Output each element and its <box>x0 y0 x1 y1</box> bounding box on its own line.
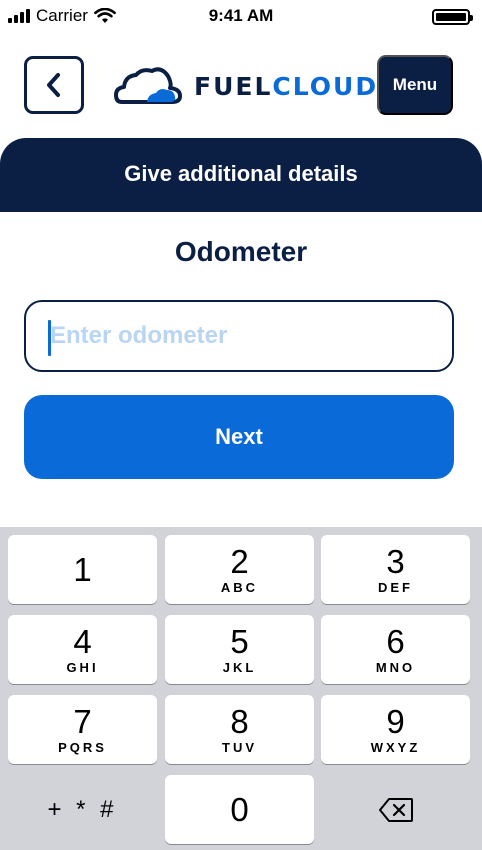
key-4[interactable]: 4 GHI <box>8 615 157 684</box>
key-9[interactable]: 9 WXYZ <box>321 695 470 764</box>
odometer-input[interactable] <box>50 302 440 370</box>
status-time: 9:41 AM <box>208 6 274 25</box>
key-7[interactable]: 7 PQRS <box>8 695 157 764</box>
key-2[interactable]: 2 ABC <box>165 535 314 604</box>
app-header: FUELCLOUD Menu <box>0 54 482 116</box>
key-8[interactable]: 8 TUV <box>165 695 314 764</box>
symbols-key[interactable]: + * # <box>8 775 157 844</box>
key-5[interactable]: 5 JKL <box>165 615 314 684</box>
backspace-icon <box>378 797 413 822</box>
logo-cloud-text: CLOUD <box>272 71 379 101</box>
chevron-left-icon <box>47 73 60 97</box>
fuelcloud-logo: FUELCLOUD <box>114 66 378 106</box>
next-button[interactable]: Next <box>24 395 454 479</box>
key-0[interactable]: 0 <box>165 775 314 844</box>
odometer-field[interactable] <box>24 300 454 372</box>
battery-icon <box>432 9 473 25</box>
delete-key[interactable] <box>321 775 470 844</box>
back-button[interactable] <box>24 56 84 114</box>
details-banner: Give additional details <box>0 138 482 212</box>
logo-fuel-text: FUEL <box>194 71 273 101</box>
key-6[interactable]: 6 MNO <box>321 615 470 684</box>
key-3[interactable]: 3 DEF <box>321 535 470 604</box>
cloud-icon <box>114 67 182 104</box>
field-title: Odometer <box>174 236 308 267</box>
numeric-keypad: 1 2 ABC 3 DEF 4 GHI 5 JKL 6 MNO 7 PQRS 8… <box>0 527 482 850</box>
menu-button[interactable]: Menu <box>377 55 453 115</box>
status-bar: Carrier 9:41 AM <box>0 0 482 34</box>
key-1[interactable]: 1 <box>8 535 157 604</box>
